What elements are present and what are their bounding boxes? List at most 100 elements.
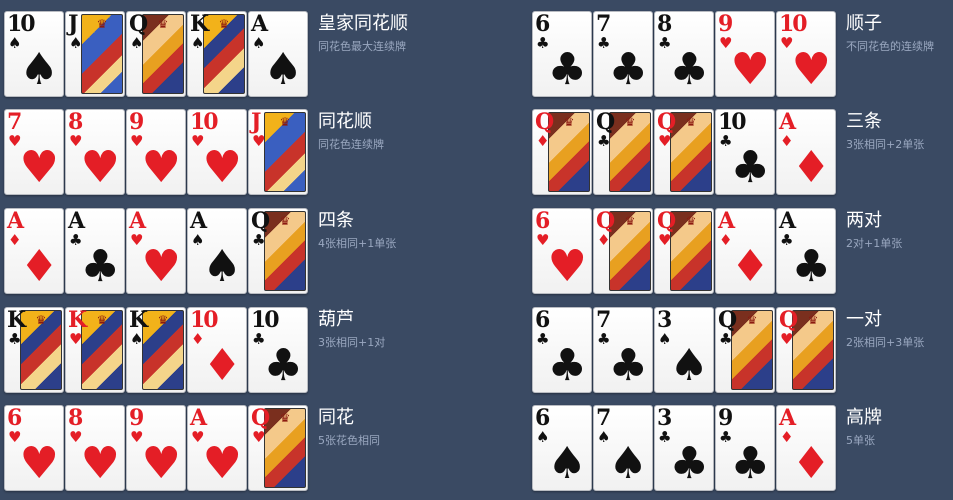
hand-description: 3张相同+2单张	[846, 138, 925, 151]
hand-title: 同花顺	[318, 111, 372, 132]
playing-card: 10 ♣ ♣	[248, 307, 308, 393]
card-suit-icon: ♥	[658, 132, 672, 150]
card-center-suit-icon: ♥	[141, 241, 181, 292]
card-rank: Q	[129, 11, 148, 37]
playing-card: 10 ♥ ♥	[187, 109, 247, 195]
playing-card: A ♠ ♠	[248, 11, 308, 97]
face-card-art: ♛	[670, 112, 712, 192]
playing-card: 8 ♥ ♥	[65, 109, 125, 195]
card-suit-icon: ♣	[8, 330, 22, 348]
card-rank: 7	[596, 405, 611, 431]
playing-card: 7 ♠ ♠	[593, 405, 653, 491]
card-rank: 10	[251, 307, 280, 333]
card-rank: A	[779, 405, 796, 431]
card-rank: 10	[190, 307, 219, 333]
card-rank: K	[190, 11, 209, 37]
card-rank: K	[129, 307, 148, 333]
hand-title: 两对	[846, 210, 882, 231]
playing-card: ♛ Q ♠	[126, 11, 186, 97]
playing-card: 7 ♣ ♣	[593, 11, 653, 97]
card-rank: A	[68, 208, 85, 234]
playing-card: 9 ♣ ♣	[715, 405, 775, 491]
crown-icon: ♛	[35, 313, 47, 327]
card-center-suit-icon: ♣	[547, 44, 587, 95]
card-rank: A	[779, 208, 796, 234]
card-rank: 9	[129, 405, 144, 431]
hand-rankings-right-column: 6 ♣ ♣ 7 ♣ ♣ 8 ♣ ♣ 9 ♥ ♥ 10 ♥ ♥ 顺子 不同花色的连续牌 ♛ Q ♦ ♛ Q ♣ ♛ Q ♥ 10 ♣ ♣ A…	[528, 0, 953, 500]
hand-row: 6 ♥ ♥ 8 ♥ ♥ 9 ♥ ♥ A ♥ ♥ ♛ Q ♥ 同花 5张花色相同	[0, 394, 470, 491]
card-rank: 10	[7, 11, 36, 37]
face-card-art: ♛	[264, 408, 306, 488]
card-center-suit-icon: ♣	[547, 340, 587, 391]
hand-row: 6 ♣ ♣ 7 ♣ ♣ 8 ♣ ♣ 9 ♥ ♥ 10 ♥ ♥ 顺子 不同花色的连续牌	[528, 0, 953, 97]
playing-card: 10 ♥ ♥	[776, 11, 836, 97]
playing-card: A ♣ ♣	[776, 208, 836, 294]
hand-description: 同花色最大连续牌	[318, 40, 406, 53]
crown-icon: ♛	[624, 214, 636, 228]
card-rank: A	[779, 109, 796, 135]
card-suit-icon: ♠	[130, 34, 144, 52]
card-center-suit-icon: ♣	[791, 241, 831, 292]
card-center-suit-icon: ♦	[730, 241, 770, 292]
card-center-suit-icon: ♣	[730, 142, 770, 193]
playing-card: 9 ♥ ♥	[715, 11, 775, 97]
card-center-suit-icon: ♠	[19, 44, 59, 95]
card-rank: 6	[7, 405, 22, 431]
hand-title: 顺子	[846, 13, 882, 34]
hand-title: 四条	[318, 210, 354, 231]
playing-card: 8 ♥ ♥	[65, 405, 125, 491]
card-rank: 10	[190, 109, 219, 135]
card-center-suit-icon: ♥	[791, 44, 831, 95]
card-center-suit-icon: ♠	[669, 340, 709, 391]
playing-card: 9 ♥ ♥	[126, 109, 186, 195]
face-card-art: ♛	[670, 211, 712, 291]
crown-icon: ♛	[96, 313, 108, 327]
playing-card: 10 ♠ ♠	[4, 11, 64, 97]
card-suit-icon: ♣	[719, 330, 733, 348]
card-rank: A	[718, 208, 735, 234]
playing-card: ♛ J ♥	[248, 109, 308, 195]
playing-card: 3 ♣ ♣	[654, 405, 714, 491]
card-rank: 8	[68, 405, 83, 431]
hand-row: A ♦ ♦ A ♣ ♣ A ♥ ♥ A ♠ ♠ ♛ Q ♣ 四条 4张相同+1单张	[0, 197, 470, 294]
card-rank: 6	[535, 11, 550, 37]
playing-card: 6 ♠ ♠	[532, 405, 592, 491]
crown-icon: ♛	[218, 17, 230, 31]
face-card-art: ♛	[81, 14, 123, 94]
playing-card: ♛ K ♣	[4, 307, 64, 393]
card-suit-icon: ♠	[130, 330, 144, 348]
card-center-suit-icon: ♥	[19, 438, 59, 489]
card-suit-icon: ♥	[69, 330, 83, 348]
card-center-suit-icon: ♥	[202, 438, 242, 489]
crown-icon: ♛	[279, 411, 291, 425]
playing-card: 3 ♠ ♠	[654, 307, 714, 393]
playing-card: A ♠ ♠	[187, 208, 247, 294]
face-card-art: ♛	[609, 211, 651, 291]
playing-card: A ♥ ♥	[126, 208, 186, 294]
hand-description: 2对+1单张	[846, 237, 903, 250]
card-center-suit-icon: ♦	[19, 241, 59, 292]
playing-card: A ♦ ♦	[715, 208, 775, 294]
playing-card: ♛ K ♥	[65, 307, 125, 393]
card-rank: 6	[535, 307, 550, 333]
hand-description: 2张相同+3单张	[846, 336, 925, 349]
crown-icon: ♛	[563, 115, 575, 129]
playing-card: 8 ♣ ♣	[654, 11, 714, 97]
card-rank: 3	[657, 307, 672, 333]
card-suit-icon: ♦	[597, 231, 611, 249]
card-suit-icon: ♣	[252, 231, 266, 249]
card-rank: Q	[596, 208, 615, 234]
card-rank: K	[7, 307, 26, 333]
hand-rankings-left-column: 10 ♠ ♠ ♛ J ♠ ♛ Q ♠ ♛ K ♠ A ♠ ♠ 皇家同花顺 同花色最大连续牌 7 ♥ ♥ 8 ♥ ♥ 9 ♥ ♥ 10…	[0, 0, 470, 500]
face-card-art: ♛	[142, 310, 184, 390]
face-card-art: ♛	[142, 14, 184, 94]
hand-description: 同花色连续牌	[318, 138, 384, 151]
playing-card: A ♥ ♥	[187, 405, 247, 491]
hand-description: 4张相同+1单张	[318, 237, 397, 250]
card-rank: Q	[535, 109, 554, 135]
crown-icon: ♛	[96, 17, 108, 31]
card-suit-icon: ♥	[658, 231, 672, 249]
card-rank: Q	[657, 109, 676, 135]
card-rank: 6	[535, 208, 550, 234]
card-rank: A	[129, 208, 146, 234]
